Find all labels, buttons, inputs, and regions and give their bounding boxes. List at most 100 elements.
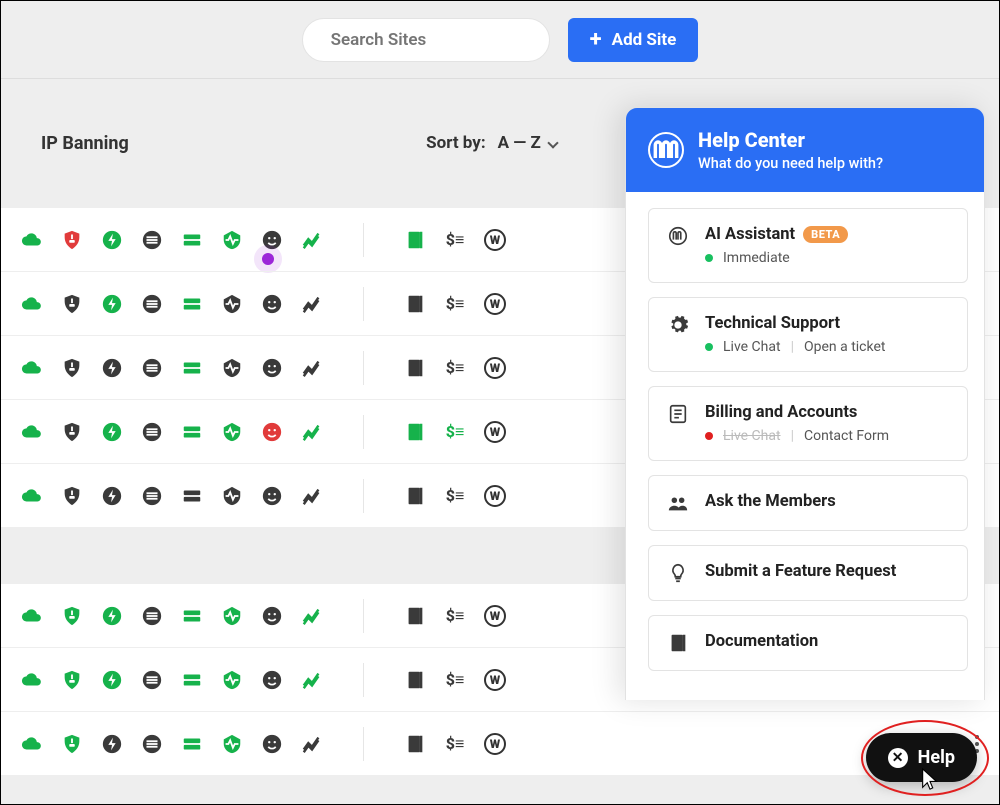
bolt-icon[interactable] [101, 669, 123, 691]
burger-icon[interactable] [141, 669, 163, 691]
shield-icon[interactable] [61, 485, 83, 507]
table-row[interactable]: $≡ W [1, 711, 999, 775]
book-icon[interactable] [404, 421, 426, 443]
trend-icon[interactable] [301, 605, 323, 627]
dollar-icon[interactable]: $≡ [444, 605, 466, 627]
cloud-icon[interactable] [21, 605, 43, 627]
face-icon[interactable] [261, 669, 283, 691]
shield-icon[interactable] [61, 669, 83, 691]
add-site-button[interactable]: + Add Site [568, 18, 699, 62]
trend-icon[interactable] [301, 485, 323, 507]
card-icon[interactable] [181, 357, 203, 379]
book-icon[interactable] [404, 669, 426, 691]
wp-icon[interactable]: W [484, 605, 506, 627]
card-icon[interactable] [181, 293, 203, 315]
bolt-icon[interactable] [101, 605, 123, 627]
pulse-icon[interactable] [221, 485, 243, 507]
wp-icon[interactable]: W [484, 485, 506, 507]
pulse-icon[interactable] [221, 229, 243, 251]
book-icon[interactable] [404, 733, 426, 755]
face-icon[interactable] [261, 605, 283, 627]
face-icon[interactable] [261, 229, 283, 251]
wp-icon[interactable]: W [484, 357, 506, 379]
pulse-icon[interactable] [221, 669, 243, 691]
burger-icon[interactable] [141, 229, 163, 251]
shield-icon[interactable] [61, 605, 83, 627]
cloud-icon[interactable] [21, 485, 43, 507]
pulse-icon[interactable] [221, 605, 243, 627]
wp-icon[interactable]: W [484, 293, 506, 315]
trend-icon[interactable] [301, 669, 323, 691]
shield-icon[interactable] [61, 229, 83, 251]
book-icon[interactable] [404, 293, 426, 315]
burger-icon[interactable] [141, 357, 163, 379]
card-icon[interactable] [181, 733, 203, 755]
trend-icon[interactable] [301, 357, 323, 379]
card-icon[interactable] [181, 421, 203, 443]
face-icon[interactable] [261, 733, 283, 755]
bolt-icon[interactable] [101, 293, 123, 315]
shield-icon[interactable] [61, 357, 83, 379]
card-icon[interactable] [181, 605, 203, 627]
bolt-icon[interactable] [101, 229, 123, 251]
card-icon[interactable] [181, 669, 203, 691]
wp-icon[interactable]: W [484, 733, 506, 755]
shield-icon[interactable] [61, 733, 83, 755]
face-icon[interactable] [261, 293, 283, 315]
burger-icon[interactable] [141, 293, 163, 315]
bolt-icon[interactable] [101, 357, 123, 379]
card-icon[interactable] [181, 485, 203, 507]
cloud-icon[interactable] [21, 357, 43, 379]
shield-icon[interactable] [61, 421, 83, 443]
card-icon[interactable] [181, 229, 203, 251]
trend-icon[interactable] [301, 733, 323, 755]
wp-icon[interactable]: W [484, 421, 506, 443]
search-input[interactable] [331, 30, 553, 50]
dollar-icon[interactable]: $≡ [444, 669, 466, 691]
book-icon[interactable] [404, 605, 426, 627]
burger-icon[interactable] [141, 733, 163, 755]
dollar-icon[interactable]: $≡ [444, 293, 466, 315]
trend-icon[interactable] [301, 229, 323, 251]
bolt-icon[interactable] [101, 733, 123, 755]
book-icon[interactable] [404, 357, 426, 379]
cloud-icon[interactable] [21, 229, 43, 251]
book-icon[interactable] [404, 229, 426, 251]
dollar-icon[interactable]: $≡ [444, 357, 466, 379]
trend-icon[interactable] [301, 421, 323, 443]
wp-icon[interactable]: W [484, 669, 506, 691]
book-icon[interactable] [404, 485, 426, 507]
dollar-icon[interactable]: $≡ [444, 485, 466, 507]
bolt-icon[interactable] [101, 421, 123, 443]
face-icon[interactable] [261, 357, 283, 379]
search-box[interactable] [302, 18, 550, 62]
pulse-icon[interactable] [221, 733, 243, 755]
face-icon[interactable] [261, 421, 283, 443]
cloud-icon[interactable] [21, 733, 43, 755]
cloud-icon[interactable] [21, 293, 43, 315]
help-card[interactable]: Billing and AccountsLive Chat|Contact Fo… [648, 386, 968, 461]
shield-icon[interactable] [61, 293, 83, 315]
dollar-icon[interactable]: $≡ [444, 733, 466, 755]
pulse-icon[interactable] [221, 357, 243, 379]
burger-icon[interactable] [141, 421, 163, 443]
help-center-body[interactable]: AI AssistantBETAImmediate Technical Suppo… [626, 192, 984, 700]
help-card[interactable]: AI AssistantBETAImmediate [648, 208, 968, 283]
help-card[interactable]: Submit a Feature Request [648, 545, 968, 601]
pulse-icon[interactable] [221, 293, 243, 315]
trend-icon[interactable] [301, 293, 323, 315]
cloud-icon[interactable] [21, 669, 43, 691]
help-card[interactable]: Ask the Members [648, 475, 968, 531]
wp-icon[interactable]: W [484, 229, 506, 251]
help-card[interactable]: Documentation [648, 615, 968, 671]
face-icon[interactable] [261, 485, 283, 507]
cloud-icon[interactable] [21, 421, 43, 443]
sort-control[interactable]: Sort by: A — Z [426, 133, 557, 153]
pulse-icon[interactable] [221, 421, 243, 443]
dollar-icon[interactable]: $≡ [444, 421, 466, 443]
burger-icon[interactable] [141, 605, 163, 627]
bolt-icon[interactable] [101, 485, 123, 507]
help-card[interactable]: Technical SupportLive Chat|Open a ticket [648, 297, 968, 372]
dollar-icon[interactable]: $≡ [444, 229, 466, 251]
burger-icon[interactable] [141, 485, 163, 507]
